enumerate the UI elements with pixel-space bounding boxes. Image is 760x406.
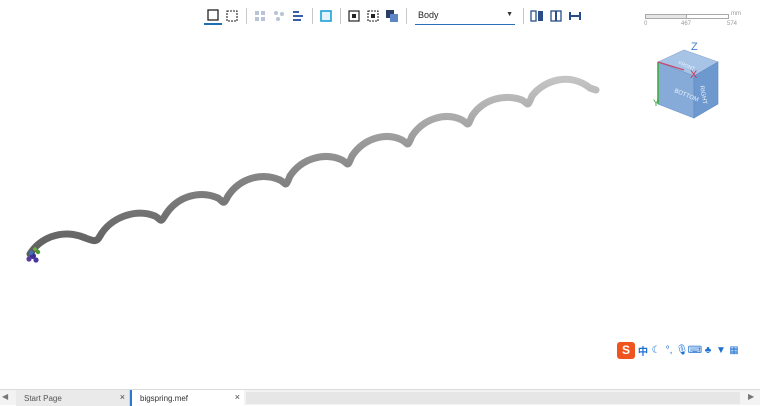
grid-icon[interactable]: ▦ xyxy=(729,344,739,356)
split-view-icon xyxy=(530,10,543,22)
skin-icon[interactable]: ♣︎ xyxy=(703,344,713,356)
frame-2-button[interactable] xyxy=(364,7,382,25)
ime-lang-toggle[interactable]: 中 xyxy=(638,344,648,358)
measure-icon xyxy=(569,12,581,20)
toolbar-separator xyxy=(246,8,247,24)
view-cube[interactable]: BOTTOM RIGHT FRONT Z X Y xyxy=(650,40,730,120)
3d-viewport[interactable]: Body ▼ mm 0 467 574 BOTTOM RIGHT FRONT Z… xyxy=(0,0,760,389)
tab-start-page-label: Start Page xyxy=(24,394,62,403)
toolbar-separator xyxy=(312,8,313,24)
body-select-value: Body xyxy=(418,10,439,20)
scale-bar-ruler xyxy=(645,14,729,19)
close-icon[interactable]: × xyxy=(235,392,240,402)
frame-1-icon xyxy=(348,10,360,22)
align-list-icon xyxy=(293,11,303,21)
body-select[interactable]: Body ▼ xyxy=(415,7,515,25)
punct-icon[interactable]: °, xyxy=(664,344,674,356)
x-axis-label: X xyxy=(690,69,698,81)
document-tab-bar: ◀ Start Page × bigspring.mef × ▶ xyxy=(0,389,760,406)
tab-bigspring-label: bigspring.mef xyxy=(140,394,189,403)
select-scatter-icon xyxy=(274,11,284,21)
frame-1-button[interactable] xyxy=(345,7,363,25)
split-view-button[interactable] xyxy=(528,7,546,25)
column-view-button[interactable] xyxy=(547,7,565,25)
scale-tick-label: 0 xyxy=(644,21,648,27)
keyboard-icon[interactable]: ⌨︎ xyxy=(688,344,702,356)
select-scatter-button[interactable] xyxy=(270,7,288,25)
close-icon[interactable]: × xyxy=(120,392,125,402)
tab-scroll-left-icon[interactable]: ◀ xyxy=(2,392,10,404)
column-view-icon xyxy=(550,10,562,22)
toolbar-separator xyxy=(340,8,341,24)
ime-toolbar: S 中 ☾ °, 🎙︎ ⌨︎ ♣︎ ▼ ▦ xyxy=(617,341,739,359)
tab-scroll-right-icon[interactable]: ▶ xyxy=(748,392,756,404)
select-grid-icon xyxy=(255,11,265,21)
face-mode-icon xyxy=(320,10,332,22)
measure-button[interactable] xyxy=(566,7,584,25)
scale-bar: mm 0 467 574 xyxy=(644,11,744,31)
select-box-button[interactable] xyxy=(223,7,241,25)
scale-tick-label: 574 xyxy=(727,21,738,27)
tab-bigspring[interactable]: bigspring.mef × xyxy=(130,390,244,406)
frame-3-button[interactable] xyxy=(383,7,401,25)
select-single-button[interactable] xyxy=(204,7,222,25)
moon-icon[interactable]: ☾ xyxy=(651,344,661,356)
sogou-logo-icon[interactable]: S xyxy=(617,341,635,359)
align-list-button[interactable] xyxy=(289,7,307,25)
view-toolbar: Body ▼ xyxy=(204,6,585,26)
tab-start-page[interactable]: Start Page × xyxy=(16,390,130,406)
y-axis-label: Y xyxy=(653,98,659,108)
select-grid-button[interactable] xyxy=(251,7,269,25)
z-axis-label: Z xyxy=(691,41,698,53)
face-mode-button[interactable] xyxy=(317,7,335,25)
tab-bar-empty-area xyxy=(246,392,740,404)
toolbar-separator xyxy=(406,8,407,24)
chevron-down-icon: ▼ xyxy=(506,11,513,18)
scale-unit: mm xyxy=(731,11,741,17)
toolbar-separator xyxy=(523,8,524,24)
spring-model[interactable] xyxy=(0,0,760,389)
select-single-icon xyxy=(207,9,219,21)
scale-tick-label: 467 xyxy=(681,21,692,27)
frame-2-icon xyxy=(367,10,379,22)
shirt-icon[interactable]: ▼ xyxy=(716,344,726,356)
select-box-icon xyxy=(226,10,238,22)
mic-icon[interactable]: 🎙︎ xyxy=(676,344,689,356)
frame-3-icon xyxy=(386,10,398,22)
